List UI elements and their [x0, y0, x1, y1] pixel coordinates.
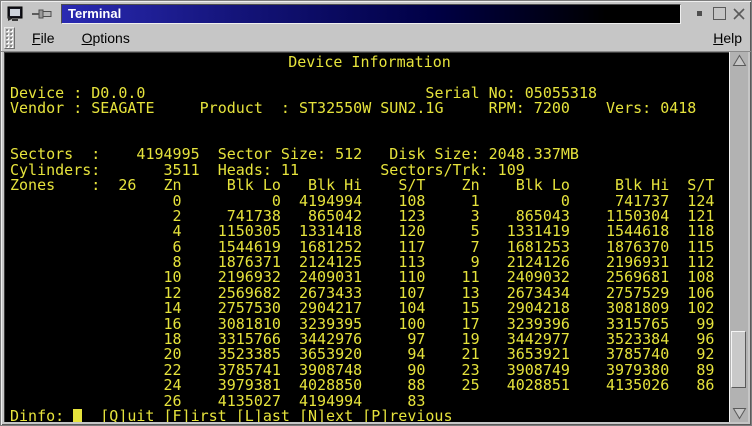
- maximize-square-icon: [713, 7, 726, 20]
- menu-options[interactable]: Options: [82, 30, 130, 46]
- zone-row: 26 4135027 4194994 83: [10, 394, 729, 409]
- arrow-up-icon: [732, 54, 747, 67]
- zone-row: 8 1876371 2124125 113 9 2124126 2196931 …: [10, 255, 729, 270]
- iconify-dot-icon: [697, 11, 702, 16]
- pin-button[interactable]: [31, 5, 53, 23]
- device-serial-line: Device : D0.0.0 Serial No: 05055318: [10, 86, 729, 101]
- dinfo-prompt: Dinfo:: [10, 409, 73, 422]
- close-button[interactable]: [731, 6, 747, 22]
- blank-line: [10, 117, 729, 132]
- pin-icon: [31, 8, 53, 20]
- window-title: Terminal: [68, 6, 121, 21]
- scrollbar[interactable]: [729, 52, 748, 422]
- dinfo-prompt-line: Dinfo: [Q]uit [F]irst [L]ast [N]ext [P]r…: [10, 409, 729, 422]
- zone-row: 6 1544619 1681252 117 7 1681253 1876370 …: [10, 240, 729, 255]
- zone-row: 18 3315766 3442976 97 19 3442977 3523384…: [10, 332, 729, 347]
- zone-row: 10 2196932 2409031 110 11 2409032 256968…: [10, 270, 729, 285]
- sectors-line: Sectors : 4194995 Sector Size: 512 Disk …: [10, 147, 729, 162]
- scroll-up-button[interactable]: [730, 52, 748, 69]
- zone-row: 22 3785741 3908748 90 23 3908749 3979380…: [10, 363, 729, 378]
- zone-row: 12 2569682 2673433 107 13 2673434 275752…: [10, 286, 729, 301]
- text-cursor[interactable]: [73, 409, 82, 422]
- zone-row: 16 3081810 3239395 100 17 3239396 331576…: [10, 317, 729, 332]
- zone-row: 2 741738 865042 123 3 865043 1150304 121: [10, 209, 729, 224]
- zones-header-line: Zones : 26 Zn Blk Lo Blk Hi S/T Zn Blk L…: [10, 178, 729, 193]
- terminal-window: Terminal File Options Help Device Inform…: [0, 0, 752, 426]
- zone-row: 20 3523385 3653920 94 21 3653921 3785740…: [10, 347, 729, 362]
- zone-row: 4 1150305 1331418 120 5 1331419 1544618 …: [10, 224, 729, 239]
- dinfo-menu-hints: [Q]uit [F]irst [L]ast [N]ext [P]revious: [82, 409, 452, 422]
- menu-help[interactable]: Help: [713, 30, 742, 46]
- blank-line: [10, 70, 729, 85]
- device-information-title: Device Information: [10, 55, 729, 70]
- iconify-button[interactable]: [691, 6, 707, 22]
- scroll-down-button[interactable]: [730, 405, 748, 422]
- vendor-product-line: Vendor : SEAGATE Product : ST32550W SUN2…: [10, 101, 729, 116]
- titlebar[interactable]: Terminal: [1, 1, 751, 25]
- terminal-screen[interactable]: Device Information Device : D0.0.0 Seria…: [4, 52, 729, 422]
- zone-row: 14 2757530 2904217 104 15 2904218 308180…: [10, 301, 729, 316]
- titlebar-drag-area[interactable]: Terminal: [61, 4, 681, 24]
- menu-drag-handle[interactable]: [4, 27, 15, 49]
- zone-rows: 0 0 4194994 108 1 0 741737 124 2 741738 …: [10, 194, 729, 409]
- arrow-down-icon: [732, 407, 747, 420]
- maximize-button[interactable]: [711, 6, 727, 22]
- close-x-icon: [732, 7, 746, 21]
- terminal-content: Device Information Device : D0.0.0 Seria…: [4, 52, 748, 422]
- zone-row: 24 3979381 4028850 88 25 4028851 4135026…: [10, 378, 729, 393]
- scrollbar-trough[interactable]: [730, 69, 748, 405]
- menubar: File Options Help: [1, 25, 751, 52]
- terminal-app-icon: [7, 6, 25, 22]
- menu-file[interactable]: File: [32, 30, 55, 46]
- window-menu-button[interactable]: [5, 5, 27, 23]
- zone-row: 0 0 4194994 108 1 0 741737 124: [10, 194, 729, 209]
- blank-line: [10, 132, 729, 147]
- scrollbar-thumb[interactable]: [731, 331, 746, 388]
- cylinders-line: Cylinders: 3511 Heads: 11 Sectors/Trk: 1…: [10, 163, 729, 178]
